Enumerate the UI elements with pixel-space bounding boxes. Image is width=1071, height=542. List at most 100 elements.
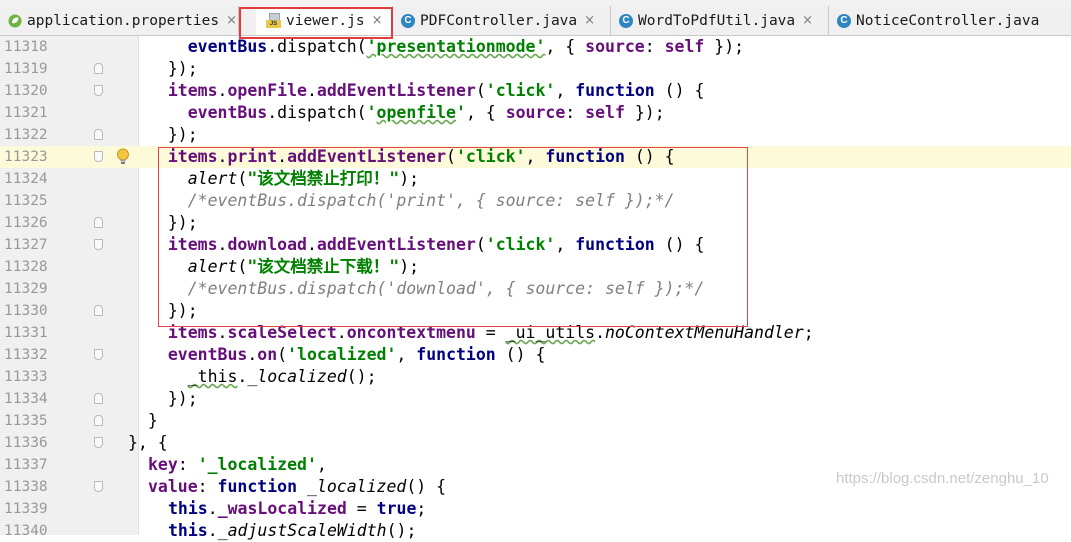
code-text: items.openFile.addEventListener('click',… xyxy=(167,81,705,100)
code-text: }); xyxy=(148,213,198,232)
code-line: 11334 }); xyxy=(0,388,1071,410)
tab-label: PDFController.java xyxy=(420,12,578,29)
close-icon[interactable]: × xyxy=(802,13,813,28)
code-line: 11335 } xyxy=(0,410,1071,432)
close-icon[interactable]: × xyxy=(372,13,383,28)
code-line: 11330 }); xyxy=(0,300,1071,322)
code-text: this._adjustScaleWidth(); xyxy=(168,521,417,540)
line-number: 11320 xyxy=(4,83,48,99)
fold-marker[interactable] xyxy=(94,63,103,74)
fold-marker[interactable] xyxy=(94,415,103,426)
java-class-icon: C xyxy=(401,13,415,28)
js-file-icon: JS xyxy=(266,13,281,28)
fold-marker[interactable] xyxy=(94,85,103,96)
code-text: this._wasLocalized = true; xyxy=(168,499,427,518)
close-icon[interactable]: × xyxy=(584,13,595,28)
code-text: }); xyxy=(148,59,198,78)
fold-marker[interactable] xyxy=(94,349,103,360)
code-text: alert("该文档禁止下载！"); xyxy=(187,257,420,276)
fold-marker[interactable] xyxy=(94,305,103,316)
fold-marker[interactable] xyxy=(94,481,103,492)
line-number: 11337 xyxy=(4,457,48,473)
line-number: 11338 xyxy=(4,479,48,495)
code-line: 11339 this._wasLocalized = true; xyxy=(0,498,1071,520)
code-text: }, { xyxy=(128,433,168,452)
code-line-current: 11323 items.print.addEventListener('clic… xyxy=(0,146,1071,168)
line-number: 11324 xyxy=(4,171,48,187)
fold-marker[interactable] xyxy=(94,239,103,250)
tab-pdfcontroller-java[interactable]: C PDFController.java × xyxy=(393,6,611,35)
code-line: 11321 eventBus.dispatch('openfile', { so… xyxy=(0,102,1071,124)
code-text: eventBus.dispatch('openfile', { source: … xyxy=(187,103,665,122)
code-text: value: function _localized() { xyxy=(148,477,447,496)
code-text: items.print.addEventListener('click', fu… xyxy=(167,147,675,166)
line-number: 11330 xyxy=(4,303,48,319)
line-number: 11336 xyxy=(4,435,48,451)
line-number: 11333 xyxy=(4,369,48,385)
code-comment: /*eventBus.dispatch('download', { source… xyxy=(148,279,705,298)
code-line: 11328 alert("该文档禁止下载！"); xyxy=(0,256,1071,278)
line-number: 11329 xyxy=(4,281,48,297)
line-number: 11331 xyxy=(4,325,48,341)
java-class-icon: C xyxy=(619,13,633,28)
fold-marker[interactable] xyxy=(94,151,103,162)
tab-label: WordToPdfUtil.java xyxy=(638,12,796,29)
code-text: items.scaleSelect.oncontextmenu = _ui_ut… xyxy=(167,323,814,342)
tab-label: viewer.js xyxy=(286,12,365,29)
code-line: 11322 }); xyxy=(0,124,1071,146)
code-text: _this._localized(); xyxy=(187,367,377,386)
spring-leaf-icon xyxy=(8,14,22,27)
line-number: 11327 xyxy=(4,237,48,253)
tab-label: application.properties xyxy=(27,12,220,29)
code-line: 11319 }); xyxy=(0,58,1071,80)
tab-viewer-js[interactable]: JS viewer.js × xyxy=(256,6,393,35)
line-number: 11340 xyxy=(4,523,48,539)
code-comment: /*eventBus.dispatch('print', { source: s… xyxy=(148,191,675,210)
tab-application-properties[interactable]: application.properties × xyxy=(0,6,239,35)
code-line: 11324 alert("该文档禁止打印！"); xyxy=(0,168,1071,190)
tab-noticecontroller-java[interactable]: C NoticeController.java xyxy=(829,6,1071,35)
code-text: items.download.addEventListener('click',… xyxy=(167,235,705,254)
lightbulb-icon[interactable] xyxy=(116,148,130,165)
line-number: 11332 xyxy=(4,347,48,363)
code-text: alert("该文档禁止打印！"); xyxy=(187,169,420,188)
code-line: 11331 items.scaleSelect.oncontextmenu = … xyxy=(0,322,1071,344)
code-text: eventBus.on('localized', function () { xyxy=(167,345,546,364)
line-number: 11328 xyxy=(4,259,48,275)
editor-tab-bar: application.properties × JS viewer.js × … xyxy=(0,6,1071,36)
tab-wordtopdfutil-java[interactable]: C WordToPdfUtil.java × xyxy=(611,6,829,35)
code-text: }); xyxy=(148,125,198,144)
code-text: }); xyxy=(148,301,198,320)
code-line: 11329 /*eventBus.dispatch('download', { … xyxy=(0,278,1071,300)
line-number: 11335 xyxy=(4,413,48,429)
fold-marker[interactable] xyxy=(94,217,103,228)
watermark-text: https://blog.csdn.net/zenghu_10 xyxy=(836,470,1049,487)
code-line: 11320 items.openFile.addEventListener('c… xyxy=(0,80,1071,102)
code-line: 11333 _this._localized(); xyxy=(0,366,1071,388)
fold-marker[interactable] xyxy=(94,129,103,140)
line-number: 11334 xyxy=(4,391,48,407)
close-icon[interactable]: × xyxy=(226,13,237,28)
code-text: key: '_localized', xyxy=(148,455,327,474)
code-line: 11332 eventBus.on('localized', function … xyxy=(0,344,1071,366)
code-line: 11326 }); xyxy=(0,212,1071,234)
line-number: 11322 xyxy=(4,127,48,143)
line-number: 11321 xyxy=(4,105,48,121)
code-line: 11325 /*eventBus.dispatch('print', { sou… xyxy=(0,190,1071,212)
code-text: eventBus.dispatch('presentationmode', { … xyxy=(187,37,745,56)
code-line: 11336 }, { xyxy=(0,432,1071,454)
line-number: 11325 xyxy=(4,193,48,209)
line-number: 11318 xyxy=(4,39,48,55)
code-editor[interactable]: 11318 eventBus.dispatch('presentationmod… xyxy=(0,36,1071,540)
tab-label: NoticeController.java xyxy=(856,12,1040,29)
code-line: 11340 this._adjustScaleWidth(); xyxy=(0,520,1071,542)
fold-marker[interactable] xyxy=(94,393,103,404)
line-number: 11323 xyxy=(4,149,48,165)
line-number: 11326 xyxy=(4,215,48,231)
code-line: 11327 items.download.addEventListener('c… xyxy=(0,234,1071,256)
java-class-icon: C xyxy=(837,13,851,28)
fold-marker[interactable] xyxy=(94,437,103,448)
code-text: } xyxy=(128,411,158,430)
code-line: 11318 eventBus.dispatch('presentationmod… xyxy=(0,36,1071,58)
line-number: 11339 xyxy=(4,501,48,517)
